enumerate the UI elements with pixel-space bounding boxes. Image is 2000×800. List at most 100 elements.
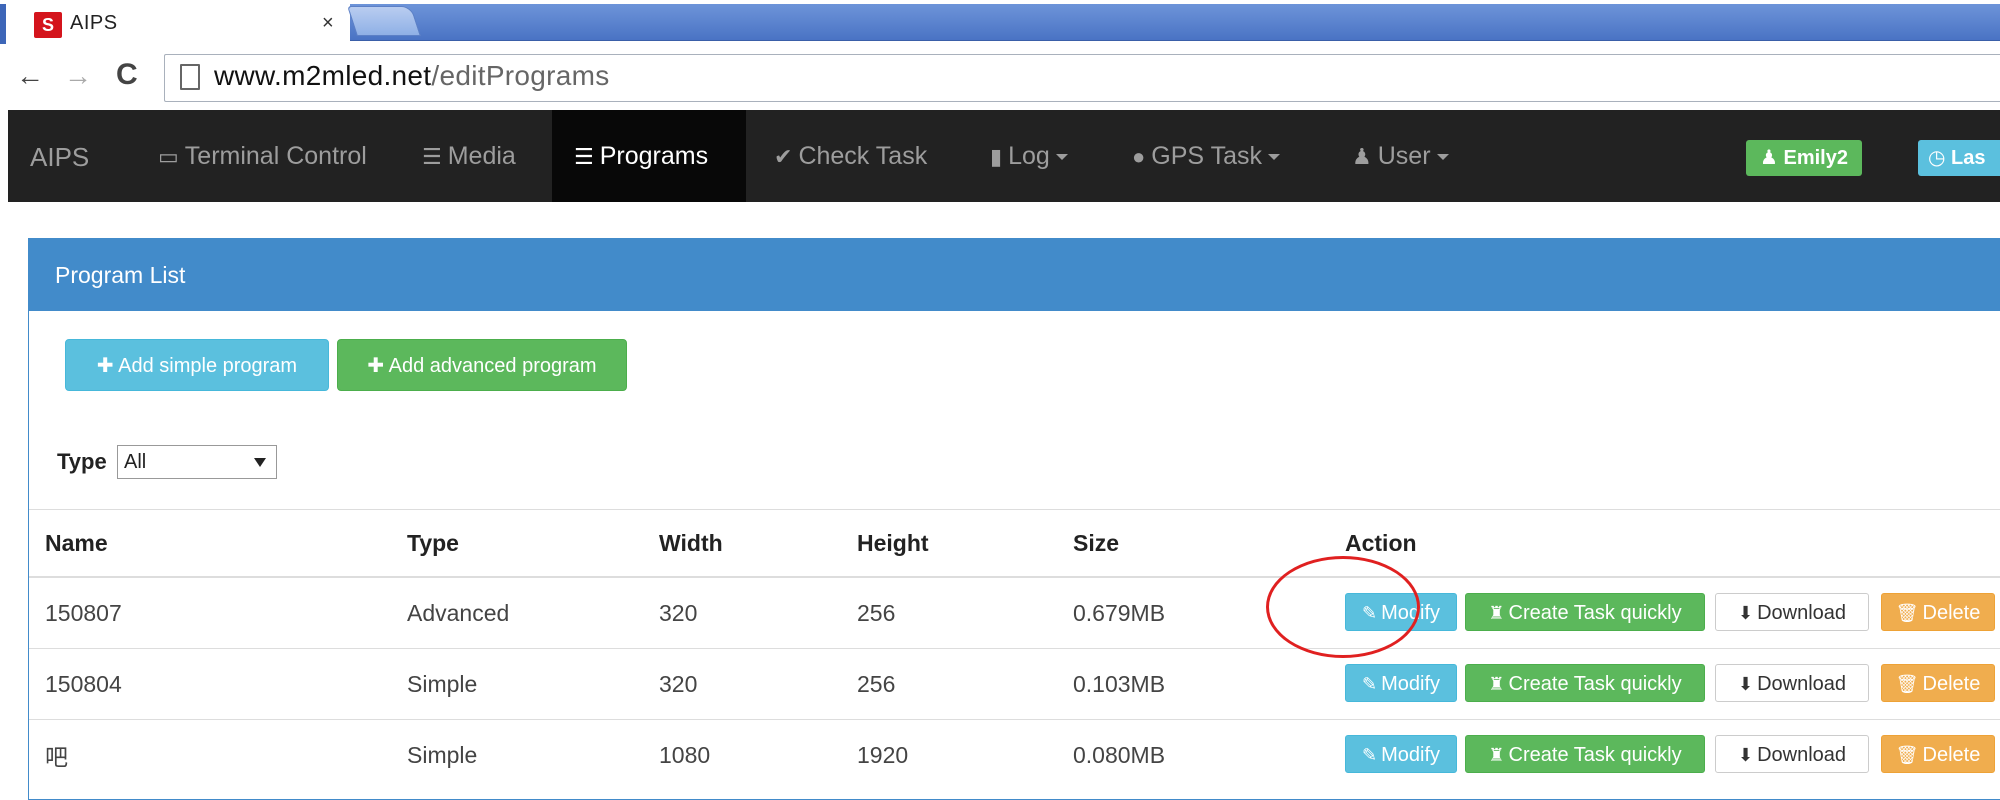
cell-size: 0.103MB (1057, 648, 1329, 720)
cell-width: 320 (643, 648, 841, 720)
back-arrow-icon[interactable]: ← (16, 60, 44, 92)
nav-terminal-control[interactable]: ▭ Terminal Control (158, 110, 367, 202)
column-header-height[interactable]: Height (841, 509, 1057, 578)
globe-icon: ● (1132, 144, 1146, 169)
url-text[interactable]: www.m2mled.net/editPrograms (214, 60, 610, 92)
create-task-quickly-button[interactable]: ♜ Create Task quickly (1465, 593, 1705, 631)
nav-label: Media (447, 142, 516, 170)
modify-label: Modify (1381, 673, 1440, 695)
cell-actions: ✎ Modify ♜ Create Task quickly ⬇ Download 🗑… (1329, 648, 2000, 720)
task-icon: ♜ (1488, 674, 1505, 694)
stack-icon: ☰ (574, 144, 594, 169)
task-icon: ♜ (1488, 745, 1505, 765)
current-user-badge[interactable]: ♟ Emily2 (1746, 140, 1862, 176)
brand-logo[interactable]: AIPS (30, 142, 89, 173)
caret-down-icon (1055, 154, 1068, 161)
edit-icon: ✎ (1362, 603, 1378, 623)
trash-icon: 🗑 (1895, 603, 1919, 623)
nav-user[interactable]: ♟ User (1352, 110, 1449, 202)
delete-button[interactable]: 🗑 Delete (1881, 593, 1995, 631)
row-actions: ✎ Modify ♜ Create Task quickly ⬇ Download 🗑… (1345, 735, 2000, 775)
nav-label: GPS Task (1151, 142, 1262, 170)
cell-actions: ✎ Modify ♜ Create Task quickly ⬇ Download 🗑… (1329, 576, 2000, 649)
column-header-action: Action (1329, 509, 2000, 578)
create-task-label: Create Task quickly (1508, 673, 1682, 695)
create-task-quickly-button[interactable]: ♜ Create Task quickly (1465, 735, 1705, 773)
download-button[interactable]: ⬇ Download (1715, 664, 1869, 702)
delete-label: Delete (1922, 744, 1981, 766)
clock-icon: ◷ (1928, 147, 1952, 169)
nav-label: Log (1008, 142, 1050, 170)
nav-log[interactable]: ▮ Log (990, 110, 1068, 202)
column-header-type[interactable]: Type (391, 509, 643, 578)
table-row: 吧 Simple 1080 1920 0.080MB ✎ Modify ♜ Crea… (29, 719, 2000, 790)
tab-edge (0, 4, 6, 44)
caret-down-icon (1436, 154, 1449, 161)
nav-label: Programs (599, 142, 709, 170)
site-favicon-icon: S (34, 12, 62, 38)
nav-label: Terminal Control (184, 142, 367, 170)
nav-check-task[interactable]: ✔ Check Task (774, 110, 927, 202)
forward-arrow-icon[interactable]: → (64, 60, 92, 92)
user-badge-label: Emily2 (1783, 147, 1848, 169)
cell-size: 0.679MB (1057, 576, 1329, 649)
edit-icon: ✎ (1362, 674, 1378, 694)
edit-icon: ✎ (1362, 745, 1378, 765)
type-filter-value: All (124, 451, 147, 473)
column-header-size[interactable]: Size (1057, 509, 1329, 578)
program-table: Name Type Width Height Size Action 15080… (29, 509, 2000, 790)
cell-size: 0.080MB (1057, 719, 1329, 790)
delete-label: Delete (1922, 602, 1981, 624)
nav-label: Check Task (798, 142, 928, 170)
url-path: /editPrograms (431, 60, 610, 91)
panel-title: Program List (29, 239, 2000, 311)
tab-close-icon[interactable]: × (322, 12, 334, 35)
download-button[interactable]: ⬇ Download (1715, 735, 1869, 773)
browser-tabstrip: S AIPS × (0, 0, 2000, 44)
add-simple-label: Add simple program (118, 355, 298, 377)
tab-bar-background (350, 4, 2000, 41)
caret-down-icon (1268, 154, 1280, 161)
nav-gps-task[interactable]: ● GPS Task (1132, 110, 1280, 202)
table-row: 150807 Advanced 320 256 0.679MB ✎ Modify … (29, 576, 2000, 649)
cell-width: 320 (643, 576, 841, 649)
type-filter-select[interactable]: All (117, 445, 277, 479)
download-label: Download (1757, 673, 1847, 695)
create-task-label: Create Task quickly (1508, 744, 1682, 766)
nav-label: User (1377, 142, 1431, 170)
task-icon: ♜ (1488, 603, 1505, 623)
delete-label: Delete (1922, 673, 1981, 695)
plus-icon: ✚ (367, 355, 389, 377)
download-button[interactable]: ⬇ Download (1715, 593, 1869, 631)
add-advanced-program-button[interactable]: ✚ Add advanced program (337, 339, 627, 391)
nav-programs[interactable]: ☰ Programs (552, 110, 746, 202)
nav-media[interactable]: ☰ Media (422, 110, 516, 202)
plus-icon: ✚ (96, 355, 119, 377)
create-task-label: Create Task quickly (1508, 602, 1682, 624)
add-simple-program-button[interactable]: ✚ Add simple program (65, 339, 329, 391)
last-login-badge[interactable]: ◷ Las (1918, 140, 2000, 176)
modify-button[interactable]: ✎ Modify (1345, 735, 1457, 773)
trash-icon: 🗑 (1895, 674, 1919, 694)
create-task-quickly-button[interactable]: ♜ Create Task quickly (1465, 664, 1705, 702)
new-tab-button[interactable] (347, 6, 421, 36)
column-header-width[interactable]: Width (643, 509, 841, 578)
app-navbar: AIPS ▭ Terminal Control ☰ Media ☰ Programs … (8, 110, 2000, 202)
download-label: Download (1757, 602, 1847, 624)
table-header-row: Name Type Width Height Size Action (29, 509, 2000, 578)
modify-button[interactable]: ✎ Modify (1345, 593, 1457, 631)
column-header-name[interactable]: Name (29, 509, 391, 578)
last-badge-label: Las (1951, 147, 1986, 169)
reload-icon[interactable]: C (116, 58, 138, 92)
cell-height: 256 (841, 648, 1057, 720)
delete-button[interactable]: 🗑 Delete (1881, 664, 1995, 702)
cell-name: 150804 (29, 648, 391, 720)
download-icon: ⬇ (1737, 603, 1754, 623)
cell-type: Simple (391, 648, 643, 720)
delete-button[interactable]: 🗑 Delete (1881, 735, 1995, 773)
trash-icon: 🗑 (1895, 745, 1919, 765)
modify-label: Modify (1381, 744, 1440, 766)
modify-button[interactable]: ✎ Modify (1345, 664, 1457, 702)
cell-actions: ✎ Modify ♜ Create Task quickly ⬇ Download 🗑… (1329, 719, 2000, 790)
monitor-icon: ▭ (158, 144, 179, 169)
